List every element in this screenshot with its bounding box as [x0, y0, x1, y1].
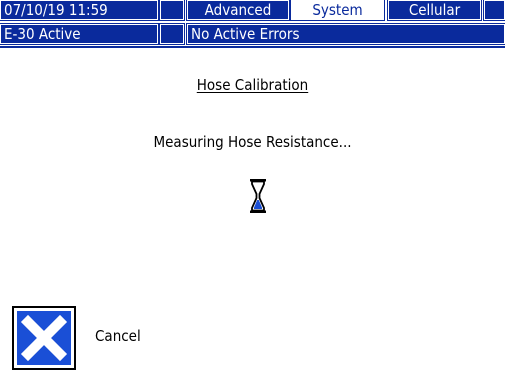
tab-system[interactable]: System — [290, 0, 385, 21]
error-status: No Active Errors — [186, 23, 505, 45]
header-spacer — [159, 0, 185, 21]
tab-advanced[interactable]: Advanced — [186, 0, 290, 21]
datetime-display: 07/10/19 11:59 — [0, 0, 159, 21]
mode-status: E-30 Active — [0, 23, 159, 45]
close-icon — [12, 306, 76, 370]
status-spacer — [159, 23, 185, 45]
page-title: Hose Calibration — [0, 76, 505, 94]
progress-message: Measuring Hose Resistance... — [153, 133, 352, 151]
hourglass-icon — [250, 179, 266, 213]
status-bar: E-30 Active No Active Errors — [0, 23, 505, 46]
tab-more[interactable] — [483, 0, 505, 21]
tab-cellular[interactable]: Cellular — [387, 0, 482, 21]
header-bar: 07/10/19 11:59 Advanced System Cellular — [0, 0, 505, 22]
cancel-label[interactable]: Cancel — [95, 327, 141, 345]
header-divider — [0, 46, 505, 48]
page-title-text: Hose Calibration — [196, 76, 309, 94]
cancel-button[interactable] — [12, 306, 76, 370]
